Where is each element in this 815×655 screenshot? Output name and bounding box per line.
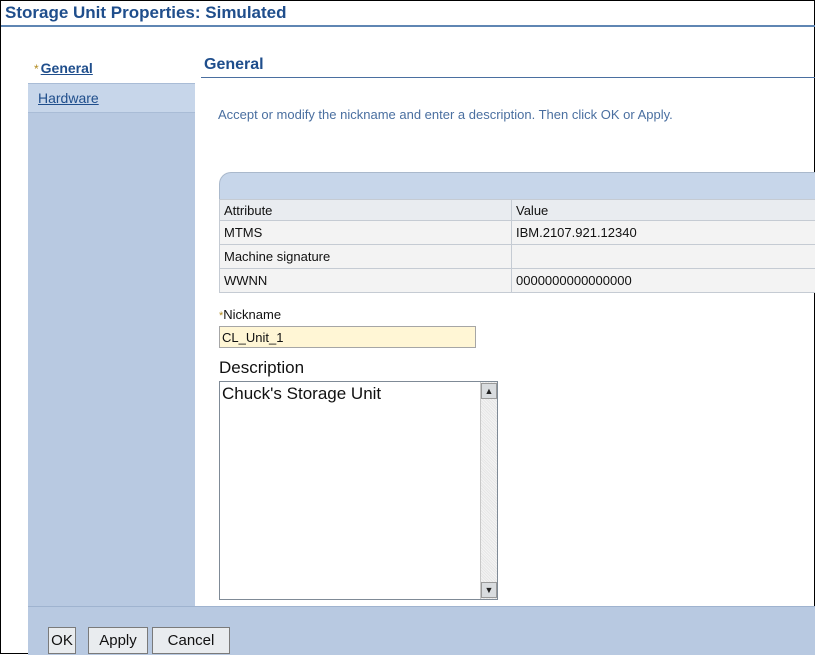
description-textarea[interactable]: Chuck's Storage Unit <box>220 382 480 599</box>
properties-window: Storage Unit Properties: Simulated *Gene… <box>0 0 815 654</box>
nickname-label: *Nickname <box>219 307 281 322</box>
section-title: General <box>204 56 264 74</box>
window-title: Storage Unit Properties: Simulated <box>5 3 287 23</box>
description-field: Chuck's Storage Unit ▲ ▼ <box>219 381 498 600</box>
sidebar-item-general[interactable]: *General <box>28 56 195 83</box>
nickname-input[interactable] <box>219 326 476 348</box>
column-header-attribute: Attribute <box>220 200 512 221</box>
value-cell: 0000000000000000 <box>512 269 815 293</box>
value-cell <box>512 245 815 269</box>
table-header-row: Attribute Value <box>220 200 815 221</box>
description-label: Description <box>219 358 304 378</box>
value-cell: IBM.2107.921.12340 <box>512 221 815 245</box>
required-marker: * <box>34 62 39 76</box>
attribute-cell: WWNN <box>220 269 512 293</box>
table-header-cap <box>219 172 815 199</box>
column-header-value: Value <box>512 200 815 221</box>
action-bar: OK Apply Cancel <box>28 606 815 655</box>
sidebar-item-hardware[interactable]: Hardware <box>28 83 195 113</box>
table-row: MTMS IBM.2107.921.12340 <box>220 221 815 245</box>
scroll-up-icon[interactable]: ▲ <box>481 383 497 399</box>
sidebar-nav: *General Hardware <box>28 56 195 606</box>
ok-button[interactable]: OK <box>48 627 76 654</box>
title-divider <box>1 25 815 27</box>
description-scrollbar[interactable]: ▲ ▼ <box>480 382 497 599</box>
attribute-cell: MTMS <box>220 221 512 245</box>
attribute-cell: Machine signature <box>220 245 512 269</box>
sidebar-item-label[interactable]: General <box>41 60 93 76</box>
table-row: WWNN 0000000000000000 <box>220 269 815 293</box>
attributes-table: Attribute Value MTMS IBM.2107.921.12340 … <box>219 199 815 293</box>
apply-button[interactable]: Apply <box>88 627 148 654</box>
table-row: Machine signature <box>220 245 815 269</box>
scroll-down-icon[interactable]: ▼ <box>481 582 497 598</box>
cancel-button[interactable]: Cancel <box>152 627 230 654</box>
sidebar-item-label[interactable]: Hardware <box>38 90 99 106</box>
nickname-label-text: Nickname <box>223 307 281 322</box>
section-divider <box>201 77 815 78</box>
instructions-text: Accept or modify the nickname and enter … <box>218 107 673 122</box>
